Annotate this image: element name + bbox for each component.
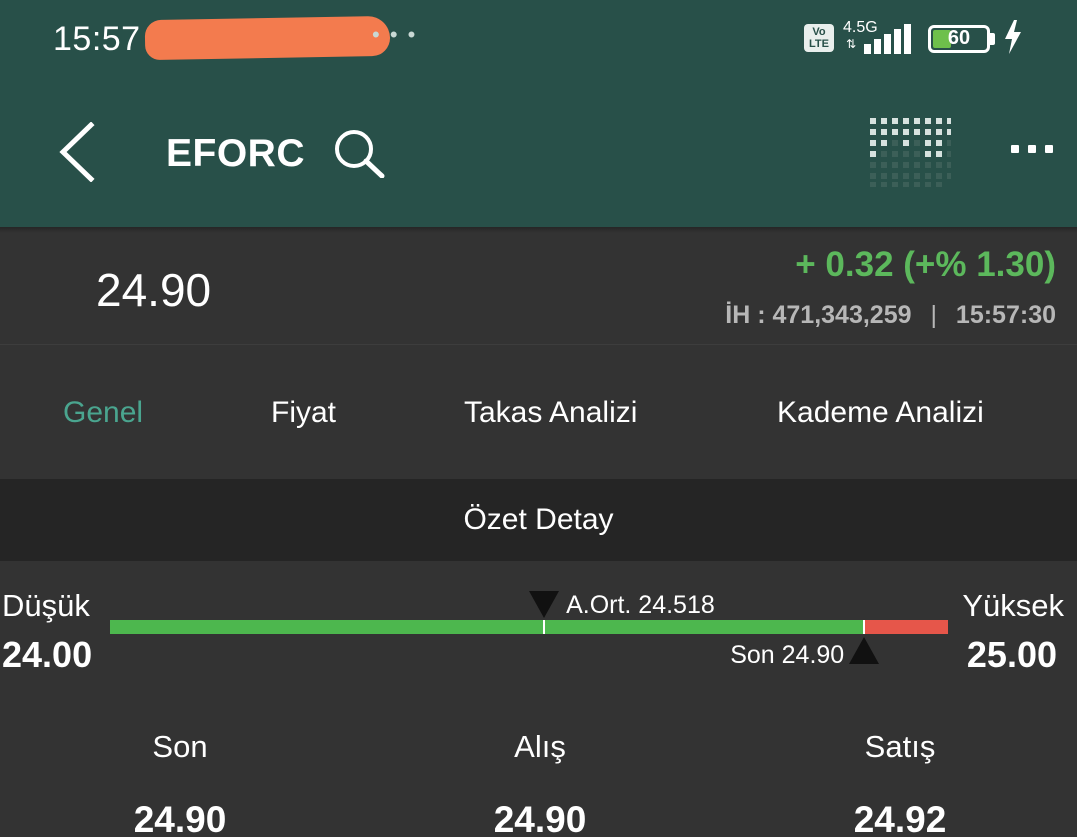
battery-percentage: 60 (947, 27, 971, 49)
quote-row: Son 24.90 Alış 24.90 Satış 24.92 (0, 691, 1077, 837)
volume-label: İH : (725, 301, 766, 329)
tab-genel[interactable]: Genel (63, 396, 143, 430)
average-label: A.Ort. 24.518 (566, 591, 715, 619)
volume-value: 471,343,259 (772, 301, 912, 329)
status-bar: 15:57 • • • Vo LTE 4.5G ⇅ 60 (0, 0, 1077, 82)
last-marker-icon (849, 637, 880, 664)
average-tick (543, 620, 546, 634)
daily-range: Düşük 24.00 Yüksek 25.00 A.Ort. 24.518 S… (0, 561, 1077, 691)
high-label: Yüksek (962, 588, 1064, 623)
battery-cap (990, 33, 995, 45)
data-activity-icon: ⇅ (846, 37, 857, 51)
search-icon[interactable] (332, 128, 386, 178)
last-quote-label: Son (152, 729, 208, 764)
signal-strength-icon (864, 24, 916, 54)
tab-kademe-analizi[interactable]: Kademe Analizi (777, 396, 984, 430)
last-quote-value: 24.90 (133, 799, 227, 837)
last-label: Son 24.90 (730, 641, 845, 669)
tab-takas-analizi[interactable]: Takas Analizi (464, 396, 637, 430)
price-summary: 24.90 + 0.32 (+% 1.30) İH : 471,343,259 … (0, 233, 1077, 345)
bid-quote-value: 24.90 (493, 799, 587, 837)
volume-separator: | (930, 301, 937, 329)
update-time: 15:57:30 (955, 301, 1056, 329)
stock-detail-screen: 15:57 • • • Vo LTE 4.5G ⇅ 60 EFORC 24.90… (0, 0, 1077, 837)
tab-fiyat[interactable]: Fiyat (271, 396, 336, 430)
charging-icon (1005, 20, 1021, 54)
volume-time-line: İH : 471,343,259 | 15:57:30 (725, 301, 1056, 330)
back-arrow-icon[interactable] (58, 122, 98, 182)
range-bar (110, 620, 948, 634)
price-change: + 0.32 (+% 1.30) (795, 245, 1056, 284)
battery-icon: 60 (928, 25, 990, 53)
high-value: 25.00 (966, 634, 1057, 675)
detail-tabs: Genel Fiyat Takas Analizi Kademe Analizi (0, 346, 1077, 479)
symbol-title: EFORC (166, 132, 305, 175)
summary-section-header: Özet Detay (0, 479, 1077, 561)
app-header: EFORC (0, 82, 1077, 227)
more-options-icon[interactable] (1008, 137, 1056, 157)
ask-quote-label: Satış (864, 729, 936, 764)
range-bar-below-last (110, 620, 865, 634)
bid-quote-label: Alış (514, 729, 566, 764)
status-time: 15:57 (53, 20, 141, 58)
range-bar-above-last (864, 620, 948, 634)
notification-dots-icon: • • • (372, 22, 418, 47)
section-title: Özet Detay (463, 503, 614, 536)
qr-code-icon[interactable] (868, 116, 952, 188)
last-price: 24.90 (96, 264, 212, 316)
average-marker-icon (529, 591, 560, 618)
redaction-mark (144, 15, 391, 61)
volte-icon: Vo LTE (804, 24, 834, 52)
ask-quote-value: 24.92 (853, 799, 947, 837)
low-value: 24.00 (2, 634, 93, 675)
low-label: Düşük (2, 588, 90, 623)
last-tick (863, 620, 866, 634)
